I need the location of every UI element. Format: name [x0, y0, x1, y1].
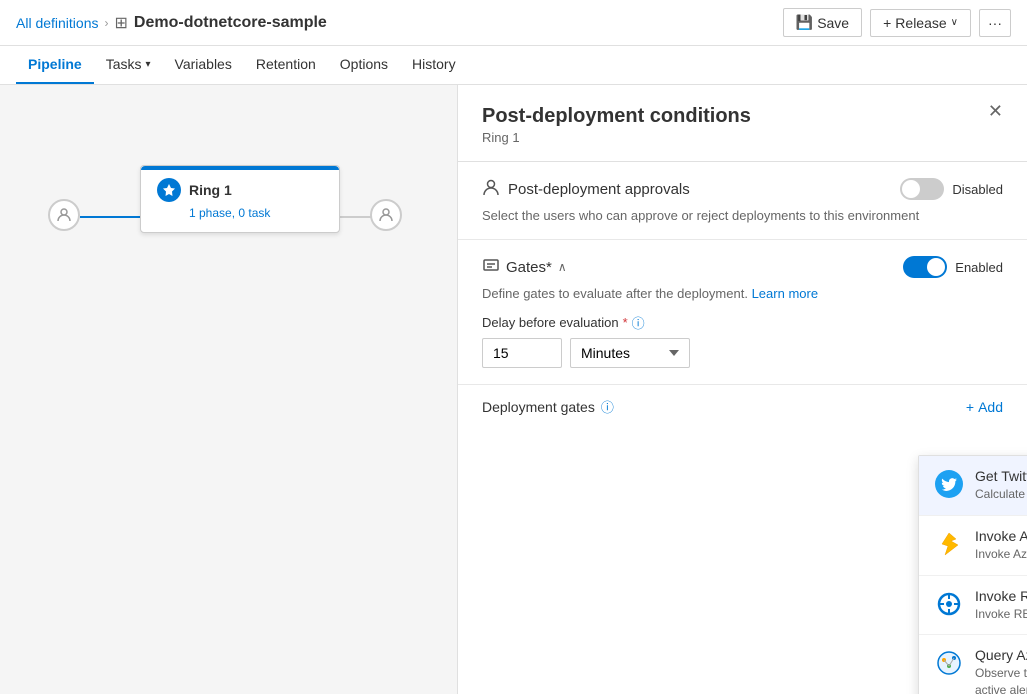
pre-approval-icon[interactable] — [48, 199, 80, 231]
dropdown-item-content: Invoke Azure Function Invoke Azure funct… — [975, 528, 1027, 563]
gates-chevron-icon: ∧ — [558, 260, 567, 274]
learn-more-link[interactable]: Learn more — [752, 286, 818, 301]
delay-value-input[interactable] — [482, 338, 562, 368]
add-gate-button[interactable]: + Add — [966, 399, 1003, 415]
gates-label: Gates* — [506, 259, 552, 276]
list-item[interactable]: Get Twitter Sentiment Calculate sentimen… — [919, 456, 1027, 516]
tasks-arrow-icon: ▾ — [145, 59, 150, 70]
gates-toggle: Enabled — [903, 256, 1003, 278]
deployment-gates-info-icon[interactable]: ⓘ — [601, 397, 614, 416]
dropdown-item-title: Query Azure Monitor Alerts — [975, 647, 1027, 663]
stage-node-header: Ring 1 — [157, 178, 323, 202]
top-actions: 💾 Save + Release ∨ ··· — [783, 8, 1011, 37]
chevron-down-icon: ∨ — [951, 17, 958, 28]
deployment-gates-label: Deployment gates ⓘ — [482, 397, 614, 416]
save-label: Save — [817, 15, 849, 31]
stage-sub: 1 phase, 0 task — [189, 206, 323, 220]
dropdown-menu: Get Twitter Sentiment Calculate sentimen… — [918, 455, 1027, 694]
more-actions-button[interactable]: ··· — [979, 9, 1011, 37]
approvals-toggle-label: Disabled — [952, 182, 1003, 197]
dropdown-item-content: Query Azure Monitor Alerts Observe the c… — [975, 647, 1027, 694]
tab-pipeline[interactable]: Pipeline — [16, 46, 94, 84]
page-title: Demo-dotnetcore-sample — [134, 14, 327, 32]
tab-history[interactable]: History — [400, 46, 468, 84]
dropdown-item-desc: Calculate sentiment of tweets for a hash… — [975, 486, 1027, 503]
stage-icon — [157, 178, 181, 202]
save-button[interactable]: 💾 Save — [783, 8, 862, 37]
delay-label: Delay before evaluation * ⓘ — [482, 313, 1003, 332]
breadcrumb-separator: › — [105, 16, 109, 30]
gates-description: Define gates to evaluate after the deplo… — [482, 286, 1003, 301]
approvals-section: Post-deployment approvals Disabled Selec… — [458, 162, 1027, 240]
list-item[interactable]: Query Azure Monitor Alerts Observe the c… — [919, 635, 1027, 694]
dropdown-item-content: Get Twitter Sentiment Calculate sentimen… — [975, 468, 1027, 503]
list-item[interactable]: Invoke Azure Function Invoke Azure funct… — [919, 516, 1027, 576]
breadcrumb: All definitions › ⊞ Demo-dotnetcore-samp… — [16, 13, 783, 33]
release-label: Release — [895, 15, 946, 31]
approvals-title: Post-deployment approvals — [482, 178, 690, 200]
approvals-toggle-switch[interactable] — [900, 178, 944, 200]
panel-subtitle: Ring 1 — [482, 130, 1003, 145]
azure-function-icon — [935, 530, 963, 558]
all-definitions-link[interactable]: All definitions — [16, 15, 99, 31]
dropdown-item-desc: Invoke Azure function as a part of your … — [975, 546, 1027, 563]
add-label: Add — [978, 399, 1003, 415]
add-icon: + — [966, 399, 974, 415]
tab-tasks[interactable]: Tasks ▾ — [94, 46, 163, 84]
right-panel: Post-deployment conditions Ring 1 ✕ Post… — [457, 85, 1027, 694]
stage-name: Ring 1 — [189, 182, 232, 198]
dropdown-item-title: Get Twitter Sentiment — [975, 468, 1027, 484]
dropdown-item-title: Invoke Azure Function — [975, 528, 1027, 544]
top-bar: All definitions › ⊞ Demo-dotnetcore-samp… — [0, 0, 1027, 46]
panel-title: Post-deployment conditions — [482, 105, 1003, 128]
approvals-icon — [482, 178, 500, 200]
dropdown-item-desc: Observe the configured Azure monitor rul… — [975, 665, 1027, 694]
release-button[interactable]: + Release ∨ — [870, 9, 971, 37]
required-star: * — [623, 315, 628, 330]
tab-retention[interactable]: Retention — [244, 46, 328, 84]
close-button[interactable]: ✕ — [980, 97, 1011, 126]
gates-toggle-label: Enabled — [955, 260, 1003, 275]
dropdown-item-title: Invoke REST API — [975, 588, 1027, 604]
more-icon: ··· — [988, 15, 1002, 31]
dropdown-item-desc: Invoke REST API as a part of your proces… — [975, 606, 1027, 623]
pipeline-icon: ⊞ — [115, 13, 128, 33]
main-content: Ring 1 1 phase, 0 task Post-deployment c… — [0, 85, 1027, 694]
delay-unit-select[interactable]: Minutes Hours Days — [570, 338, 690, 368]
twitter-icon — [935, 470, 963, 498]
pipeline-canvas: Ring 1 1 phase, 0 task — [0, 85, 457, 694]
dropdown-item-content: Invoke REST API Invoke REST API as a par… — [975, 588, 1027, 623]
stage-top-bar — [141, 166, 339, 170]
nav-tabs: Pipeline Tasks ▾ Variables Retention Opt… — [0, 46, 1027, 85]
delay-input-row: Minutes Hours Days — [482, 338, 1003, 368]
delay-info-icon[interactable]: ⓘ — [632, 313, 645, 332]
deployment-gates-row: Deployment gates ⓘ + Add — [458, 385, 1027, 428]
stage-node-ring1[interactable]: Ring 1 1 phase, 0 task — [140, 165, 340, 233]
approvals-toggle: Disabled — [900, 178, 1003, 200]
list-item[interactable]: Invoke REST API Invoke REST API as a par… — [919, 576, 1027, 636]
approvals-description: Select the users who can approve or reje… — [482, 208, 1003, 223]
gates-section-header: Gates* ∧ Enabled — [482, 256, 1003, 278]
post-approval-icon[interactable] — [370, 199, 402, 231]
approvals-section-header: Post-deployment approvals Disabled — [482, 178, 1003, 200]
gates-section: Gates* ∧ Enabled Define gates to evaluat… — [458, 240, 1027, 385]
gates-title: Gates* ∧ — [482, 256, 567, 278]
delay-form-row: Delay before evaluation * ⓘ Minutes Hour… — [482, 313, 1003, 368]
tab-options[interactable]: Options — [328, 46, 400, 84]
tab-variables[interactable]: Variables — [163, 46, 244, 84]
gates-toggle-switch[interactable] — [903, 256, 947, 278]
panel-header: Post-deployment conditions Ring 1 ✕ — [458, 85, 1027, 162]
plus-icon: + — [883, 15, 891, 31]
azure-monitor-icon — [935, 649, 963, 677]
rest-api-icon — [935, 590, 963, 618]
save-icon: 💾 — [796, 14, 813, 31]
gates-icon — [482, 256, 500, 278]
